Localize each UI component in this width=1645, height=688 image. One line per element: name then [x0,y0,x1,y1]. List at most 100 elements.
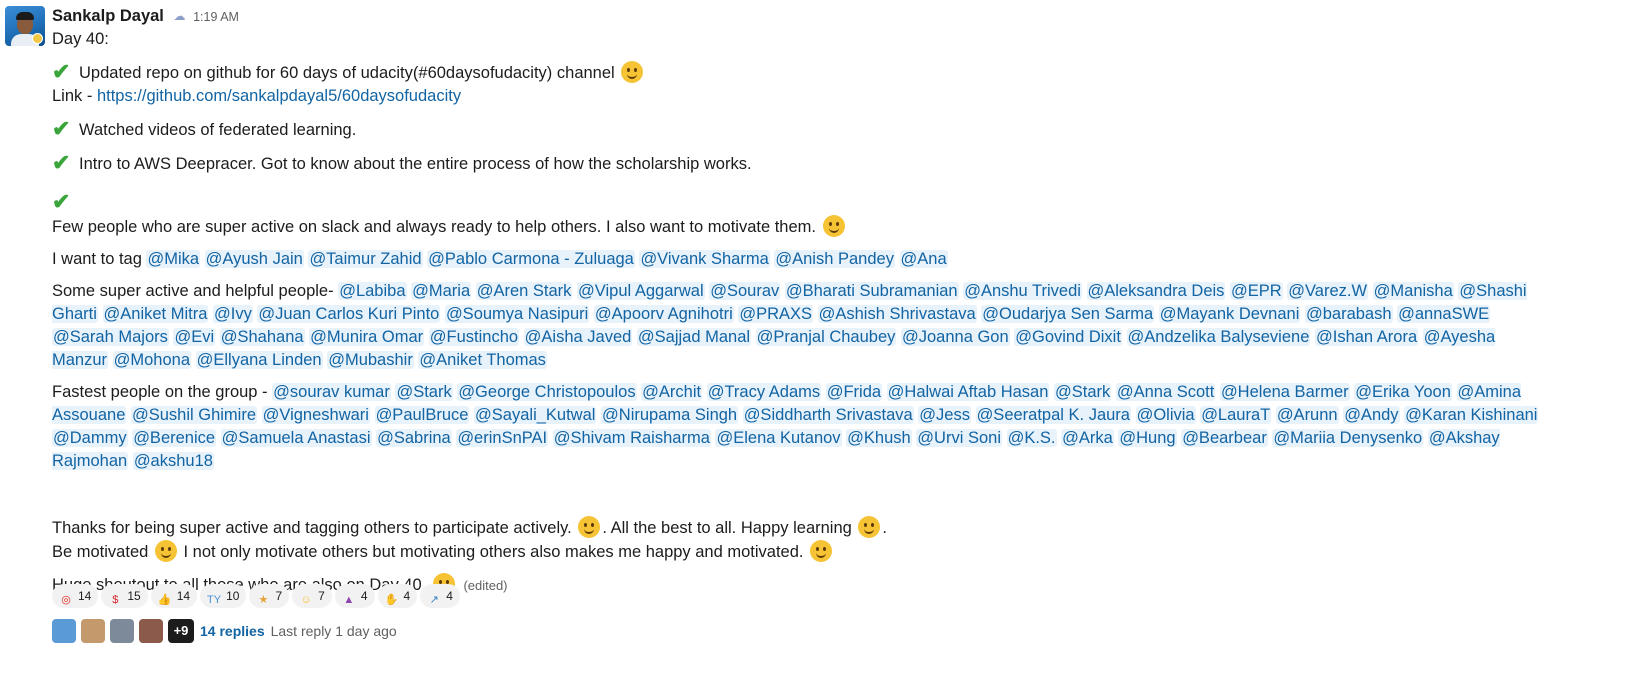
author-avatar[interactable] [5,6,45,46]
user-mention[interactable]: @Sajjad Manal [636,328,752,346]
user-mention[interactable]: @Ashish Shrivastava [817,305,977,323]
thread-summary[interactable]: +9 14 replies Last reply 1 day ago [52,619,397,647]
user-mention[interactable]: @Andzelika Balyseviene [1126,328,1311,346]
user-mention[interactable]: @Erika Yoon [1354,383,1452,401]
user-mention[interactable]: @Olivia [1135,406,1196,424]
reaction-button[interactable]: ▲ 4 [334,584,375,608]
user-mention[interactable]: @Evi [173,328,216,346]
user-mention[interactable]: @Sayali_Kutwal [474,406,597,424]
github-link[interactable]: https://github.com/sankalpdayal5/60dayso… [97,87,461,105]
user-mention[interactable]: @Andy [1343,406,1400,424]
user-mention[interactable]: @Labiba [338,282,407,300]
user-mention[interactable]: @Elena Kutanov [715,429,842,447]
user-mention[interactable]: @Stark [1054,383,1112,401]
user-mention[interactable]: @Aniket Mitra [102,305,209,323]
user-mention[interactable]: @Anna Scott [1115,383,1216,401]
user-mention[interactable]: @Stark [395,383,453,401]
user-mention[interactable]: @Shahana [219,328,305,346]
user-mention[interactable]: @Shivam Raisharma [552,429,711,447]
user-mention[interactable]: @Vivank Sharma [639,250,770,268]
user-mention[interactable]: @Mariia Denysenko [1272,429,1424,447]
reaction-button[interactable]: $15 [101,584,148,608]
user-mention[interactable]: @Varez.W [1287,282,1369,300]
user-mention[interactable]: @PaulBruce [374,406,470,424]
user-mention[interactable]: @Manisha [1372,282,1454,300]
user-mention[interactable]: @Ellyana Linden [195,351,323,369]
user-mention[interactable]: @Arka [1061,429,1114,447]
user-mention[interactable]: @Helena Barmer [1219,383,1350,401]
user-mention[interactable]: @Maria [411,282,472,300]
reaction-button[interactable]: TY 10 [200,584,247,608]
more-repliers-count[interactable]: +9 [168,619,194,643]
user-mention[interactable]: @Ishan Arora [1314,328,1419,346]
user-mention[interactable]: @Archit [641,383,703,401]
user-mention[interactable]: @Sourav [709,282,781,300]
user-mention[interactable]: @Pranjal Chaubey [755,328,897,346]
user-mention[interactable]: @K.S. [1006,429,1057,447]
author-name[interactable]: Sankalp Dayal [52,7,164,25]
user-mention[interactable]: @sourav kumar [272,383,391,401]
user-mention[interactable]: @Urvi Soni [916,429,1002,447]
user-mention[interactable]: @George Christopoulos [457,383,637,401]
user-mention[interactable]: @Aren Stark [475,282,573,300]
user-mention[interactable]: @Arunn [1275,406,1339,424]
user-mention[interactable]: @Mika [146,250,201,268]
reaction-button[interactable]: ☺ 7 [292,584,332,608]
user-mention[interactable]: @Sabrina [376,429,452,447]
user-mention[interactable]: @Karan Kishinani [1404,406,1539,424]
user-mention[interactable]: @Bharati Subramanian [784,282,959,300]
user-mention[interactable]: @Aisha Javed [523,328,633,346]
user-mention[interactable]: @Sushil Ghimire [130,406,258,424]
user-mention[interactable]: @Jess [918,406,971,424]
user-mention[interactable]: @Ayush Jain [204,250,304,268]
user-mention[interactable]: @Samuela Anastasi [220,429,372,447]
user-mention[interactable]: @Ana [899,250,948,268]
thread-avatar[interactable] [139,619,163,643]
message-timestamp[interactable]: 1:19 AM [193,10,239,24]
user-mention[interactable]: @Apoorv Agnihotri [593,305,734,323]
reaction-button[interactable]: ✋ 4 [377,584,418,608]
user-mention[interactable]: @Tracy Adams [706,383,822,401]
user-mention[interactable]: @Anshu Trivedi [963,282,1082,300]
user-mention[interactable]: @EPR [1230,282,1283,300]
user-mention[interactable]: @Juan Carlos Kuri Pinto [257,305,441,323]
thread-avatar[interactable] [52,619,76,643]
user-mention[interactable]: @Joanna Gon [900,328,1010,346]
reaction-button[interactable]: ◎ 14 [52,584,99,608]
user-mention[interactable]: @annaSWE [1397,305,1491,323]
user-mention[interactable]: @barabash [1304,305,1393,323]
user-mention[interactable]: @Vigneshwari [261,406,370,424]
user-mention[interactable]: @Govind Dixit [1014,328,1122,346]
user-mention[interactable]: @Oudarjya Sen Sarma [981,305,1155,323]
reaction-button[interactable]: ↗ 4 [420,584,460,608]
reaction-button[interactable]: 👍 14 [150,584,198,608]
user-mention[interactable]: @Sarah Majors [52,328,169,346]
user-mention[interactable]: @LauraT [1200,406,1272,424]
thread-avatar[interactable] [110,619,134,643]
user-mention[interactable]: @Aleksandra Deis [1086,282,1226,300]
user-mention[interactable]: @Aniket Thomas [418,351,547,369]
user-mention[interactable]: @Pablo Carmona - Zuluaga [427,250,635,268]
user-mention[interactable]: @Ivy [212,305,253,323]
user-mention[interactable]: @Khush [846,429,912,447]
user-mention[interactable]: @Halwai Aftab Hasan [886,383,1050,401]
user-mention[interactable]: @Fustincho [428,328,520,346]
user-mention[interactable]: @Dammy [52,429,128,447]
reaction-button[interactable]: ★ 7 [249,584,290,608]
user-mention[interactable]: @Munira Omar [309,328,425,346]
user-mention[interactable]: @Siddharth Srivastava [742,406,914,424]
user-mention[interactable]: @Seeratpal K. Jaura [975,406,1131,424]
replies-link[interactable]: 14 replies [200,623,265,639]
user-mention[interactable]: @Mayank Devnani [1158,305,1301,323]
thread-avatar[interactable] [81,619,105,643]
user-mention[interactable]: @Anish Pandey [774,250,895,268]
user-mention[interactable]: @akshu18 [132,452,214,470]
user-mention[interactable]: @Hung [1118,429,1177,447]
user-mention[interactable]: @Mohona [112,351,192,369]
user-mention[interactable]: @Frida [825,383,883,401]
user-mention[interactable]: @erinSnPAI [456,429,549,447]
user-mention[interactable]: @Mubashir [327,351,414,369]
user-mention[interactable]: @PRAXS [738,305,814,323]
user-mention[interactable]: @Taimur Zahid [308,250,423,268]
user-mention[interactable]: @Berenice [132,429,217,447]
